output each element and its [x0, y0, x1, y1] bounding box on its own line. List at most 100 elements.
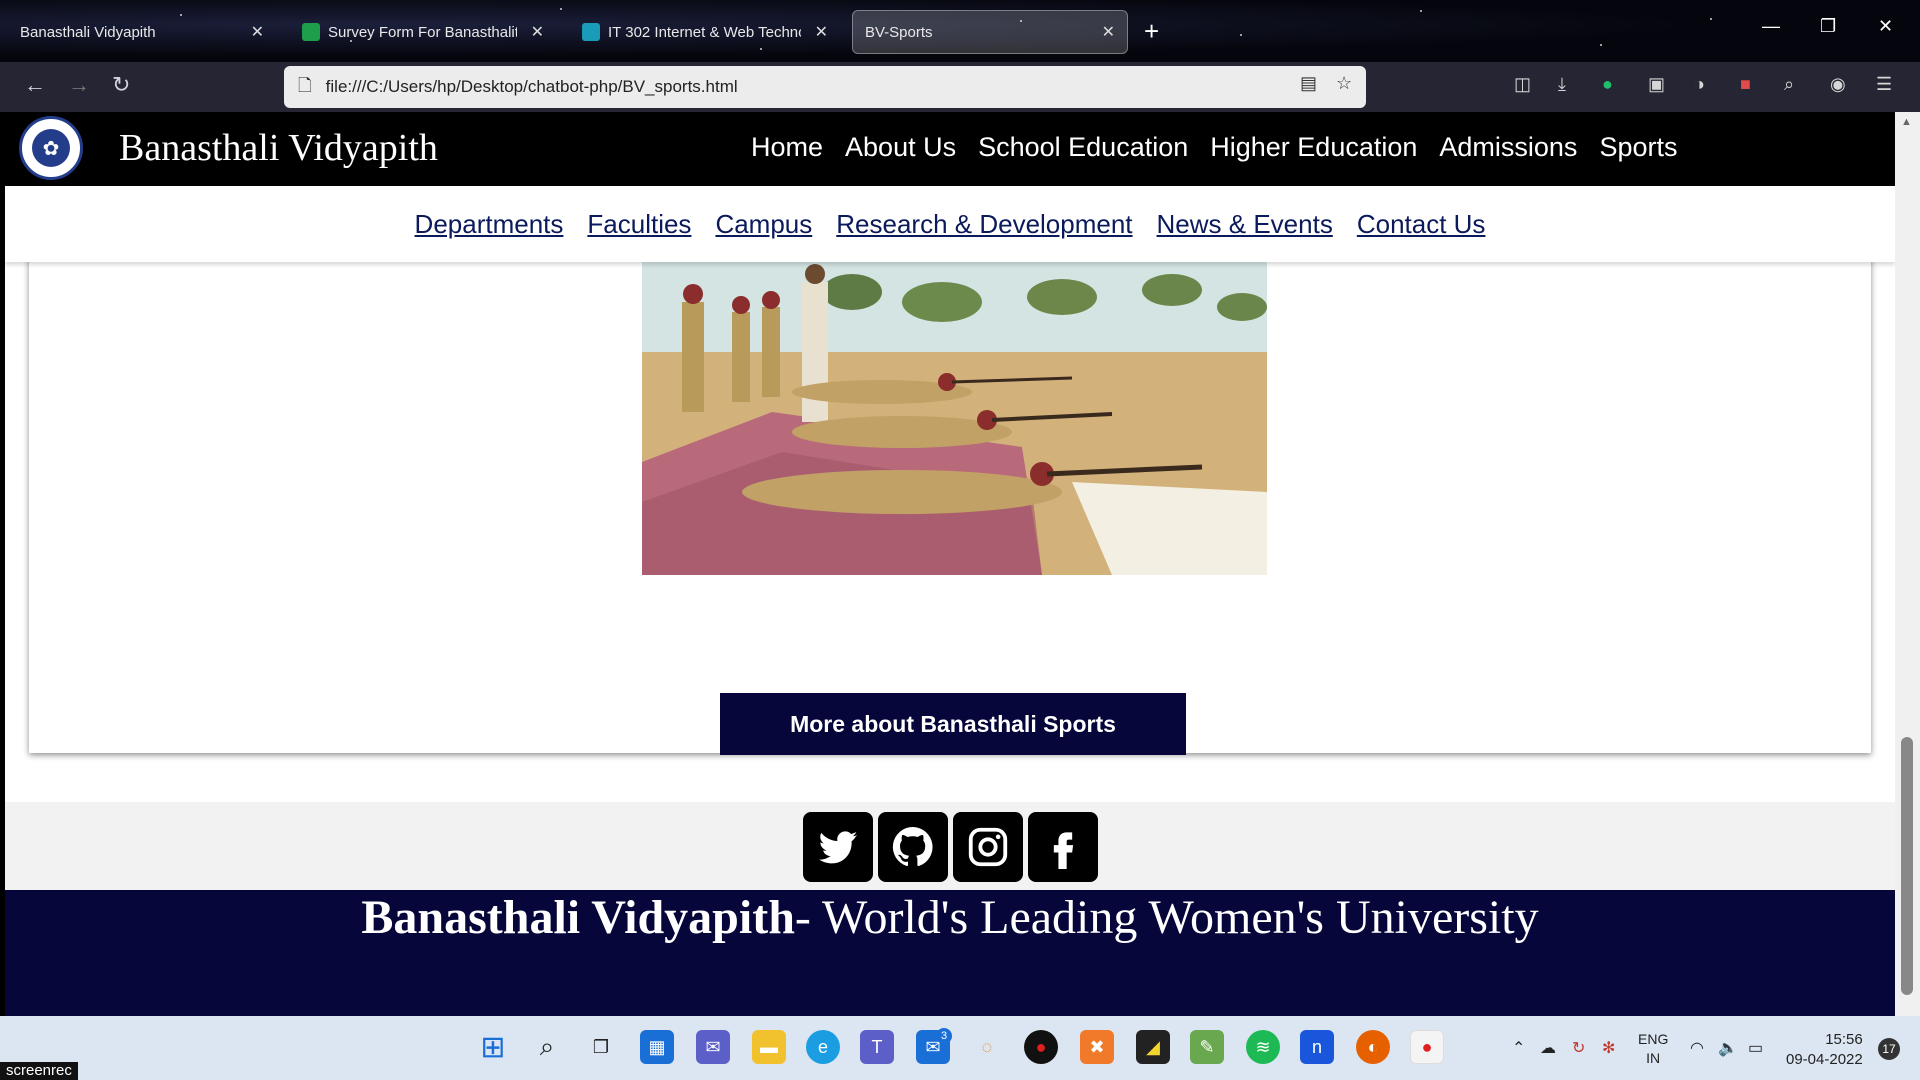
nav-sports[interactable]: Sports	[1599, 132, 1677, 163]
tab-title: BV-Sports	[865, 23, 933, 41]
social-links	[5, 802, 1895, 890]
sticky-notes-icon[interactable]: ◢	[1136, 1030, 1170, 1064]
screenshot-icon[interactable]: ■	[1740, 74, 1751, 95]
nav-school-education[interactable]: School Education	[978, 132, 1188, 163]
tab-it302[interactable]: IT 302 Internet & Web Technolo ✕	[570, 10, 840, 54]
nav-news-events[interactable]: News & Events	[1157, 209, 1333, 240]
logo-emblem-icon: ✿	[32, 129, 70, 167]
spotify-icon[interactable]: ≋	[1246, 1030, 1280, 1064]
twitter-icon[interactable]	[803, 812, 873, 882]
show-hidden-icons-chevron-icon[interactable]: ⌃	[1512, 1038, 1525, 1058]
close-icon[interactable]: ✕	[1102, 22, 1115, 42]
widgets-icon[interactable]: ▦	[640, 1030, 674, 1064]
site-footer: Banasthali Vidyapith- World's Leading Wo…	[5, 890, 1895, 1016]
reload-icon[interactable]: ↻	[112, 72, 130, 98]
nav-research-development[interactable]: Research & Development	[836, 209, 1132, 240]
chat-icon[interactable]: ✉	[696, 1030, 730, 1064]
wifi-icon[interactable]: ◠	[1690, 1038, 1704, 1058]
restore-icon[interactable]: ❐	[1820, 16, 1836, 37]
teams-icon[interactable]: T	[860, 1030, 894, 1064]
file-explorer-icon[interactable]: ▬	[752, 1030, 786, 1064]
reader-view-icon[interactable]: ▤	[1300, 73, 1317, 94]
main-nav: Home About Us School Education Higher Ed…	[751, 132, 1699, 163]
language-indicator[interactable]: ENG IN	[1638, 1030, 1668, 1068]
loading-app-icon[interactable]: ◌	[970, 1030, 1004, 1064]
nav-contact-us[interactable]: Contact Us	[1357, 209, 1486, 240]
volume-icon[interactable]: 🔈	[1718, 1038, 1738, 1058]
site-title[interactable]: Banasthali Vidyapith	[119, 126, 438, 170]
site-header: ✿ Banasthali Vidyapith Home About Us Sch…	[5, 112, 1895, 186]
facebook-icon[interactable]	[1028, 812, 1098, 882]
windows-taskbar: ⊞ ⌕ ❐ ▦ ✉ ▬ e T ✉ 3 ◌ ● ✖ ◢ ✎ ≋ n ◐ ● ⌃ …	[0, 1016, 1920, 1080]
more-about-sports-button[interactable]: More about Banasthali Sports	[720, 693, 1186, 755]
clock-time: 15:56	[1825, 1031, 1863, 1048]
tab-banasthali[interactable]: Banasthali Vidyapith ✕	[8, 10, 276, 54]
address-bar[interactable]: 🗋 file:///C:/Users/hp/Desktop/chatbot-ph…	[284, 66, 1366, 108]
nav-departments[interactable]: Departments	[415, 209, 564, 240]
footer-brand: Banasthali Vidyapith	[361, 891, 795, 944]
nav-campus[interactable]: Campus	[715, 209, 812, 240]
university-logo[interactable]: ✿	[19, 116, 83, 180]
secondary-nav: Departments Faculties Campus Research & …	[5, 186, 1895, 262]
nav-about-us[interactable]: About Us	[845, 132, 956, 163]
n-app-icon[interactable]: n	[1300, 1030, 1334, 1064]
screenrec-app-icon[interactable]: ●	[1410, 1030, 1444, 1064]
onedrive-icon[interactable]: ☁	[1540, 1038, 1556, 1058]
instagram-icon[interactable]	[953, 812, 1023, 882]
firefox-icon[interactable]: ◐	[1356, 1030, 1390, 1064]
browser-tab-bar: Banasthali Vidyapith ✕ Survey Form For B…	[0, 0, 1920, 62]
menu-icon[interactable]: ☰	[1876, 74, 1892, 95]
grammarly-icon[interactable]: ●	[1602, 74, 1613, 95]
tab-title: Banasthali Vidyapith	[20, 23, 156, 41]
lock-extension-icon[interactable]: ▣	[1648, 74, 1665, 95]
task-view-icon[interactable]: ❐	[584, 1030, 618, 1064]
nav-admissions[interactable]: Admissions	[1439, 132, 1577, 163]
region-label: IN	[1646, 1050, 1661, 1066]
github-icon[interactable]	[878, 812, 948, 882]
nav-faculties[interactable]: Faculties	[587, 209, 691, 240]
clock-date: 09-04-2022	[1786, 1051, 1863, 1068]
new-tab-plus-icon[interactable]: +	[1144, 16, 1159, 47]
forward-arrow-icon[interactable]: →	[68, 72, 90, 98]
minimize-icon[interactable]: —	[1762, 16, 1780, 37]
tab-bv-sports[interactable]: BV-Sports ✕	[852, 10, 1128, 54]
language-label: ENG	[1638, 1031, 1669, 1047]
xampp-icon[interactable]: ✖	[1080, 1030, 1114, 1064]
sync-icon[interactable]: ↻	[1572, 1038, 1585, 1058]
mail-badge: 3	[936, 1028, 952, 1044]
scrollbar-thumb[interactable]	[1901, 737, 1913, 995]
close-icon[interactable]: ✕	[815, 22, 828, 42]
search-icon[interactable]: ⌕	[530, 1030, 564, 1064]
download-icon[interactable]: ⤓	[1558, 74, 1566, 95]
scroll-up-arrow-icon[interactable]: ▲	[1901, 116, 1912, 128]
pocket-icon[interactable]: ◫	[1514, 74, 1531, 95]
back-arrow-icon[interactable]: ←	[24, 72, 46, 98]
nav-higher-education[interactable]: Higher Education	[1210, 132, 1417, 163]
account-icon[interactable]: ◉	[1830, 74, 1846, 95]
clock[interactable]: 15:56 09-04-2022	[1786, 1030, 1863, 1070]
classroom-icon	[582, 23, 600, 41]
windows-start-icon[interactable]: ⊞	[476, 1030, 510, 1064]
close-icon[interactable]: ✕	[531, 22, 544, 42]
record-icon[interactable]: ●	[1024, 1030, 1058, 1064]
tray-app-icon[interactable]: ✻	[1602, 1038, 1615, 1058]
battery-icon[interactable]: ▭	[1748, 1038, 1763, 1058]
google-forms-icon	[302, 23, 320, 41]
extension-icon[interactable]: ◑	[1694, 74, 1705, 95]
nav-home[interactable]: Home	[751, 132, 823, 163]
shooting-practice-photo	[642, 262, 1267, 575]
tab-title: IT 302 Internet & Web Technolo	[608, 23, 801, 41]
window-close-icon[interactable]: ✕	[1878, 16, 1893, 37]
photos-icon[interactable]: ✎	[1190, 1030, 1224, 1064]
zoom-search-icon[interactable]: ⌕	[1784, 74, 1794, 95]
bookmark-star-icon[interactable]: ☆	[1336, 73, 1352, 94]
notification-count-badge[interactable]: 17	[1878, 1038, 1900, 1060]
screenrec-watermark: screenrec	[0, 1062, 78, 1080]
close-icon[interactable]: ✕	[251, 22, 264, 42]
footer-tagline: Banasthali Vidyapith- World's Leading Wo…	[5, 890, 1895, 945]
webpage: ✿ Banasthali Vidyapith Home About Us Sch…	[5, 112, 1895, 1016]
page-icon: 🗋	[298, 75, 312, 95]
tab-survey-form[interactable]: Survey Form For Banasthalites ( ✕	[290, 10, 556, 54]
edge-icon[interactable]: e	[806, 1030, 840, 1064]
url-text: file:///C:/Users/hp/Desktop/chatbot-php/…	[325, 77, 738, 96]
